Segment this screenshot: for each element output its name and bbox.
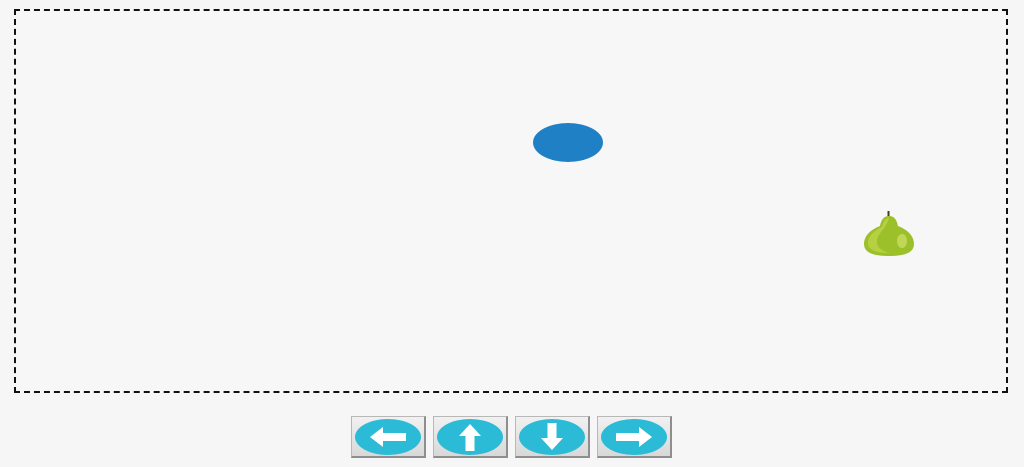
arrow-left-icon [355,418,421,455]
up-button[interactable] [433,416,508,458]
down-button[interactable] [515,416,590,458]
right-button[interactable] [597,416,672,458]
arrow-down-icon [519,418,585,455]
arrow-up-icon [437,418,503,455]
player-blob [533,123,603,162]
game-board [14,9,1008,393]
direction-controls [351,416,672,458]
left-button[interactable] [351,416,426,458]
pear-icon [864,211,914,256]
arrow-right-icon [601,418,667,455]
